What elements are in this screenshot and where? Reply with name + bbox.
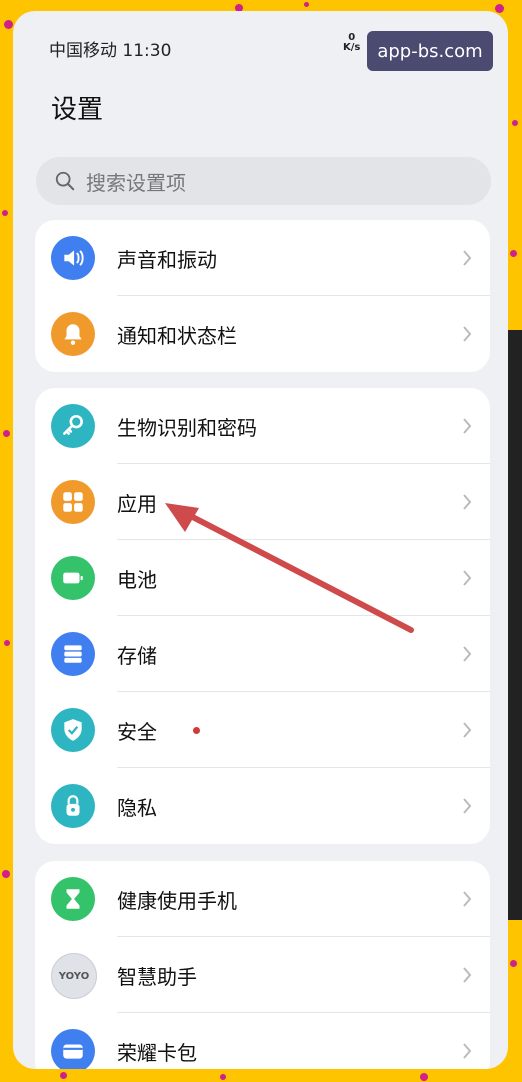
settings-item-security[interactable]: 安全	[35, 692, 490, 768]
shield-icon	[51, 708, 95, 752]
settings-item-label: 智慧助手	[117, 964, 197, 989]
phone-screen: 中国移动 11:30 0 K/s app-bs.com 设置 搜索设置项 声音和…	[13, 11, 508, 1069]
settings-group-3: 健康使用手机 YOYO 智慧助手 荣耀卡包	[35, 861, 490, 1069]
carrier-time: 中国移动 11:30	[49, 41, 172, 61]
chevron-right-icon	[463, 250, 472, 266]
chevron-right-icon	[463, 570, 472, 586]
settings-group-1: 声音和振动 通知和状态栏	[35, 220, 490, 372]
speaker-icon	[51, 236, 95, 280]
chevron-right-icon	[463, 1043, 472, 1059]
settings-item-label: 声音和振动	[117, 247, 217, 272]
settings-item-label: 电池	[117, 567, 157, 592]
background-dark-strip	[506, 330, 522, 920]
settings-item-notifications[interactable]: 通知和状态栏	[35, 296, 490, 372]
settings-item-apps[interactable]: 应用	[35, 464, 490, 540]
settings-item-battery[interactable]: 电池	[35, 540, 490, 616]
settings-item-privacy[interactable]: 隐私	[35, 768, 490, 844]
hourglass-icon	[51, 877, 95, 921]
chevron-right-icon	[463, 418, 472, 434]
notification-badge	[193, 727, 200, 734]
wallet-icon	[51, 1029, 95, 1069]
storage-icon	[51, 632, 95, 676]
settings-item-smart-assistant[interactable]: YOYO 智慧助手	[35, 937, 490, 1013]
privacy-lock-icon	[51, 784, 95, 828]
battery-icon	[51, 556, 95, 600]
chevron-right-icon	[463, 891, 472, 907]
settings-item-label: 荣耀卡包	[117, 1040, 197, 1065]
settings-item-label: 隐私	[117, 795, 157, 820]
apps-grid-icon	[51, 480, 95, 524]
network-speed: 0 K/s	[343, 32, 361, 53]
settings-item-wallet[interactable]: 荣耀卡包	[35, 1013, 490, 1069]
page-title: 设置	[51, 95, 104, 125]
key-icon	[51, 404, 95, 448]
chevron-right-icon	[463, 967, 472, 983]
settings-item-digital-balance[interactable]: 健康使用手机	[35, 861, 490, 937]
chevron-right-icon	[463, 494, 472, 510]
settings-item-sound[interactable]: 声音和振动	[35, 220, 490, 296]
settings-group-2: 生物识别和密码 应用 电池 存储 安全 隐私	[35, 388, 490, 844]
chevron-right-icon	[463, 646, 472, 662]
settings-item-label: 存储	[117, 643, 157, 668]
chevron-right-icon	[463, 326, 472, 342]
settings-item-label: 健康使用手机	[117, 888, 237, 913]
chevron-right-icon	[463, 722, 472, 738]
chevron-right-icon	[463, 798, 472, 814]
search-icon	[55, 171, 75, 191]
watermark: app-bs.com	[367, 31, 493, 71]
settings-item-label: 安全	[117, 719, 157, 744]
search-bar[interactable]: 搜索设置项	[36, 157, 491, 205]
settings-item-label: 通知和状态栏	[117, 323, 237, 348]
bell-icon	[51, 312, 95, 356]
settings-item-label: 应用	[117, 491, 157, 516]
settings-item-storage[interactable]: 存储	[35, 616, 490, 692]
yoyo-icon: YOYO	[51, 953, 97, 999]
search-input[interactable]: 搜索设置项	[86, 167, 186, 196]
settings-item-label: 生物识别和密码	[117, 415, 257, 440]
settings-item-biometrics[interactable]: 生物识别和密码	[35, 388, 490, 464]
